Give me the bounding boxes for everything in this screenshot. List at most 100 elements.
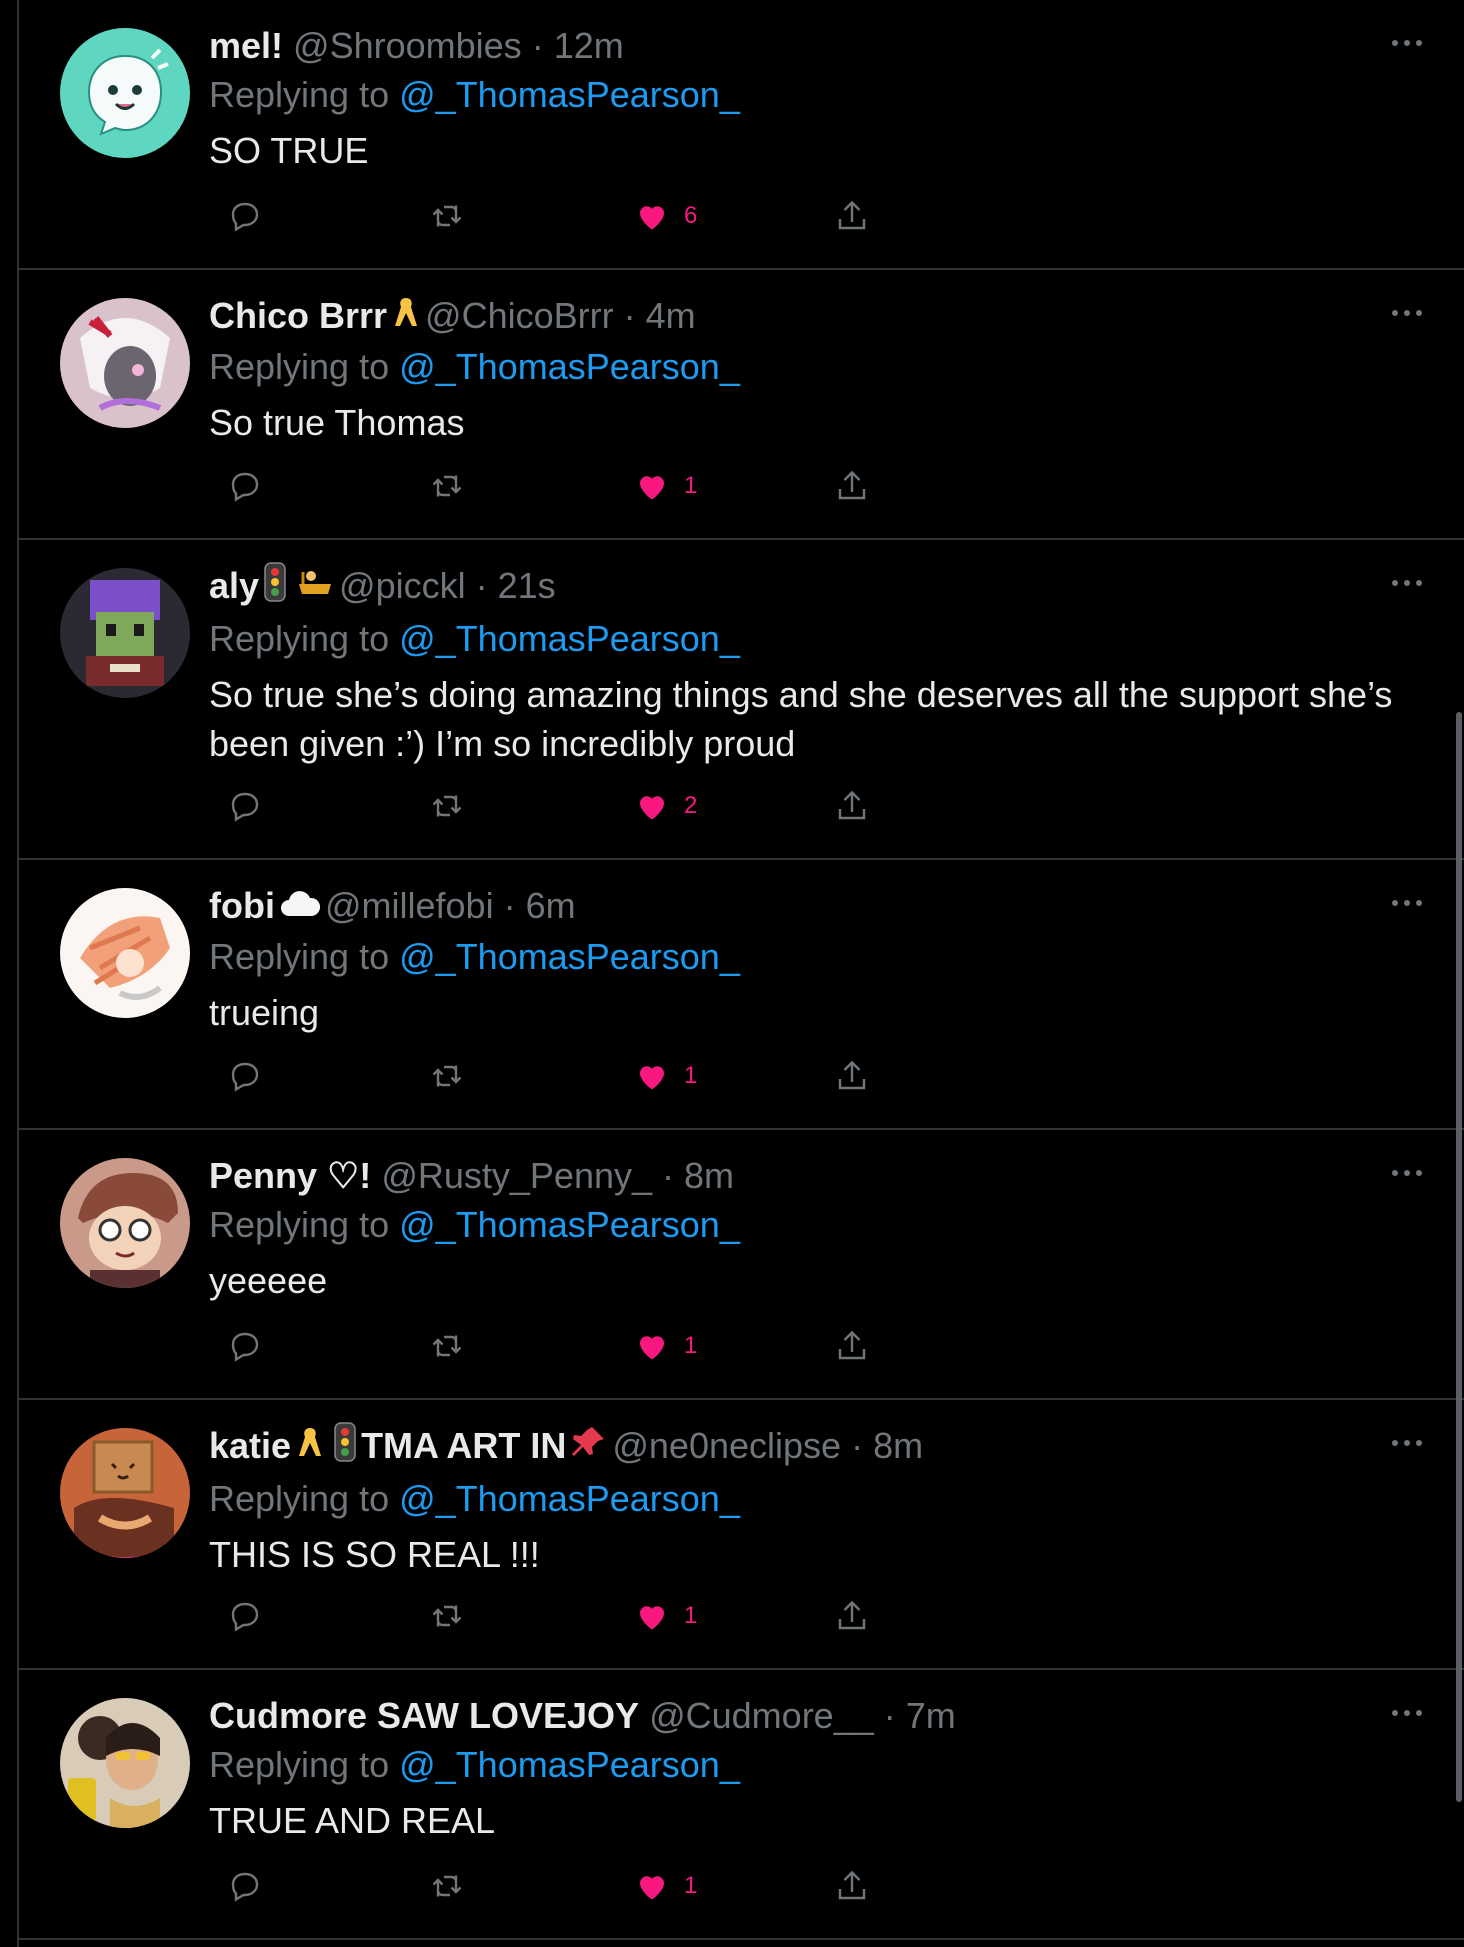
reply-button[interactable] (227, 1328, 263, 1364)
pushpin-emoji (570, 1423, 608, 1473)
share-button[interactable] (834, 1058, 870, 1094)
like-button[interactable]: 1 (634, 468, 697, 504)
avatar[interactable] (60, 298, 190, 428)
retweet-button[interactable] (429, 1868, 465, 1904)
reply-tweet[interactable]: Chico Brrr @ChicoBrrr · 4m Replying to @_… (19, 270, 1464, 540)
like-button[interactable]: 1 (634, 1058, 697, 1094)
reply-button[interactable] (227, 1598, 263, 1634)
action-bar: 6 (209, 198, 909, 242)
like-button[interactable]: 1 (634, 1328, 697, 1364)
separator-dot: · (873, 1695, 906, 1736)
retweet-button[interactable] (429, 788, 465, 824)
timestamp[interactable]: 21s (498, 565, 556, 606)
retweet-button[interactable] (429, 198, 465, 234)
separator-dot: · (493, 885, 526, 926)
reply-button[interactable] (227, 788, 263, 824)
user-handle[interactable]: @ChicoBrrr (425, 295, 614, 336)
tweet-header: aly @picckl · 21s (209, 562, 1404, 614)
more-options-icon[interactable] (1390, 38, 1424, 48)
timestamp[interactable]: 12m (554, 25, 624, 66)
display-name[interactable]: katie (209, 1425, 291, 1466)
like-button[interactable]: 1 (634, 1598, 697, 1634)
mention-link[interactable]: @_ThomasPearson_ (399, 1744, 740, 1785)
reply-button[interactable] (227, 198, 263, 234)
like-count: 6 (684, 202, 698, 229)
reply-tweet[interactable]: Cudmore SAW LOVEJOY @Cudmore__ · 7m Repl… (19, 1670, 1464, 1940)
retweet-icon (432, 795, 462, 817)
tweet-header: Chico Brrr @ChicoBrrr · 4m (209, 292, 1404, 342)
user-handle[interactable]: @millefobi (325, 885, 494, 926)
separator-dot: · (465, 565, 498, 606)
scrollbar[interactable] (1456, 712, 1462, 1802)
avatar[interactable] (60, 568, 190, 698)
retweet-button[interactable] (429, 1058, 465, 1094)
reply-button[interactable] (227, 1058, 263, 1094)
user-handle[interactable]: @ne0neclipse (612, 1425, 841, 1466)
avatar[interactable] (60, 1158, 190, 1288)
display-name-suffix[interactable]: TMA ART IN (361, 1425, 566, 1466)
reply-button[interactable] (227, 1868, 263, 1904)
timestamp[interactable]: 8m (873, 1425, 923, 1466)
mention-link[interactable]: @_ThomasPearson_ (399, 346, 740, 387)
display-name[interactable]: fobi (209, 885, 275, 926)
timestamp[interactable]: 7m (906, 1695, 956, 1736)
user-handle[interactable]: @picckl (339, 565, 466, 606)
display-name[interactable]: Penny ♡! (209, 1155, 371, 1196)
display-name[interactable]: mel! (209, 25, 283, 66)
like-button[interactable]: 2 (634, 788, 697, 824)
reply-tweet[interactable]: Penny ♡! @Rusty_Penny_ · 8m Replying to … (19, 1130, 1464, 1400)
share-button[interactable] (834, 1328, 870, 1364)
share-icon (838, 1060, 866, 1090)
reply-tweet[interactable]: fobi @millefobi · 6m Replying to @_Thomas… (19, 860, 1464, 1130)
reply-tweet[interactable]: aly @picckl · 21s Replying to @_ThomasPea… (19, 540, 1464, 860)
avatar[interactable] (60, 28, 190, 158)
replying-to: Replying to @_ThomasPearson_ (209, 1472, 1404, 1526)
tweet-text: THIS IS SO REAL !!! (209, 1534, 540, 1576)
retweet-button[interactable] (429, 1598, 465, 1634)
reply-tweet[interactable]: mel! @Shroombies · 12m Replying to @_Tho… (19, 0, 1464, 270)
like-count: 1 (684, 1062, 698, 1089)
more-options-icon[interactable] (1390, 898, 1424, 908)
reply-button[interactable] (227, 468, 263, 504)
avatar[interactable] (60, 1698, 190, 1828)
mention-link[interactable]: @_ThomasPearson_ (399, 618, 740, 659)
mention-link[interactable]: @_ThomasPearson_ (399, 1204, 740, 1245)
avatar[interactable] (60, 1428, 190, 1558)
more-options-icon[interactable] (1390, 1708, 1424, 1718)
replying-to-label: Replying to (209, 1478, 390, 1520)
share-button[interactable] (834, 1598, 870, 1634)
mention-link[interactable]: @_ThomasPearson_ (399, 74, 740, 115)
more-options-icon[interactable] (1390, 1438, 1424, 1448)
retweet-button[interactable] (429, 468, 465, 504)
timestamp[interactable]: 8m (684, 1155, 734, 1196)
user-handle[interactable]: @Shroombies (293, 25, 522, 66)
display-name[interactable]: Cudmore SAW LOVEJOY (209, 1695, 639, 1736)
share-button[interactable] (834, 468, 870, 504)
more-options-icon[interactable] (1390, 308, 1424, 318)
share-icon (838, 1870, 866, 1900)
timestamp[interactable]: 4m (646, 295, 696, 336)
user-handle[interactable]: @Cudmore__ (649, 1695, 874, 1736)
share-button[interactable] (834, 788, 870, 824)
traffic-light-emoji (263, 562, 287, 614)
user-handle[interactable]: @Rusty_Penny_ (381, 1155, 652, 1196)
like-button[interactable]: 6 (634, 198, 697, 234)
reply-tweet[interactable]: katie TMA ART IN @ne0neclipse · 8m Replyin… (19, 1400, 1464, 1670)
separator-dot: · (652, 1155, 685, 1196)
like-button[interactable]: 1 (634, 1868, 697, 1904)
retweet-button[interactable] (429, 1328, 465, 1364)
share-button[interactable] (834, 1868, 870, 1904)
more-options-icon[interactable] (1390, 578, 1424, 588)
mention-link[interactable]: @_ThomasPearson_ (399, 936, 740, 977)
display-name[interactable]: aly (209, 565, 259, 606)
timestamp[interactable]: 6m (526, 885, 576, 926)
more-options-icon[interactable] (1390, 1168, 1424, 1178)
tweet-text: So true she’s doing amazing things and s… (209, 674, 1393, 765)
cloud-emoji (279, 884, 321, 932)
share-button[interactable] (834, 198, 870, 234)
tweet-header: mel! @Shroombies · 12m (209, 22, 1404, 70)
avatar[interactable] (60, 888, 190, 1018)
heart-icon (640, 206, 664, 230)
mention-link[interactable]: @_ThomasPearson_ (399, 1478, 740, 1519)
display-name[interactable]: Chico Brrr (209, 295, 387, 336)
